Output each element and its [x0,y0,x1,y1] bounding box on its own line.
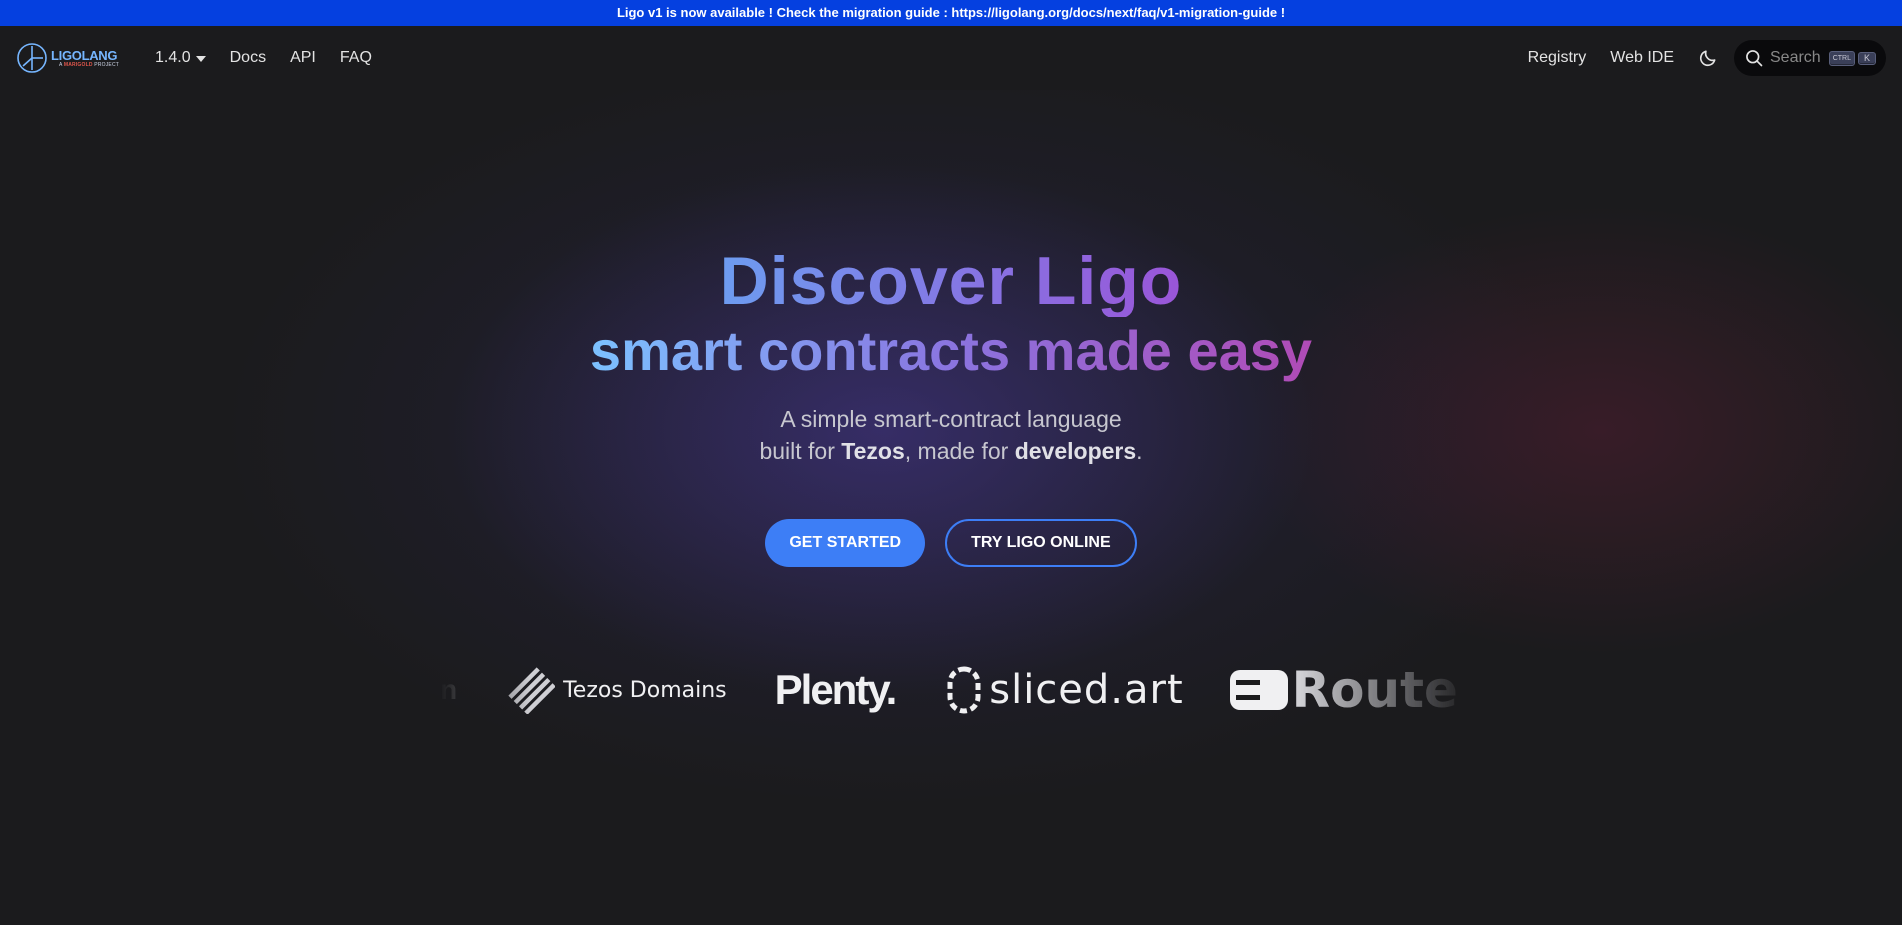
announcement-text: Ligo v1 is now available ! Check the mig… [616,5,1286,20]
announcement-banner: Ligo v1 is now available ! Check the mig… [0,0,1902,26]
hero-desc-line1: A simple smart-contract language [780,406,1122,432]
partner-logos-carousel: n Tezos Domains Plenty. sliced.art Route [440,658,1470,722]
hero-buttons: GET STARTED TRY LIGO ONLINE [0,519,1902,567]
nav-docs-link[interactable]: Docs [218,49,278,67]
hero-title: Discover Ligo [719,243,1183,319]
search-placeholder: Search [1770,49,1821,66]
hero-section: Discover Ligo smart contracts made easy … [0,90,1902,567]
moon-icon [1699,50,1716,67]
search-button[interactable]: Search CTRL K [1734,40,1886,76]
nav-registry-link[interactable]: Registry [1516,49,1599,67]
kbd-k: K [1857,51,1876,65]
nav-faq-link[interactable]: FAQ [328,49,384,67]
caret-down-icon [195,56,206,62]
ligolang-logo[interactable]: LIGOLANG A MARIGOLD PROJECT [16,42,119,74]
nav-api-link[interactable]: API [278,49,328,67]
hero-description: A simple smart-contract language built f… [0,403,1902,467]
try-ligo-online-button[interactable]: TRY LIGO ONLINE [945,519,1137,567]
3route-icon [1229,670,1288,710]
version-dropdown[interactable]: 1.4.0 [143,49,218,67]
sliced-art-icon [947,666,981,714]
logo-tagline: A MARIGOLD PROJECT [59,61,120,68]
hero-desc-line2: built for Tezos, made for developers. [759,438,1143,464]
theme-toggle-button[interactable] [1692,42,1724,74]
nav-web-ide-link[interactable]: Web IDE [1598,49,1686,67]
partner-3route[interactable]: Route [1229,661,1458,719]
kbd-ctrl: CTRL [1828,50,1855,66]
partner-tezos-domains[interactable]: Tezos Domains [507,666,727,714]
ligo-logo-icon [17,43,47,73]
partner-plenty[interactable]: Plenty. [775,666,898,714]
search-icon [1746,50,1763,67]
version-label: 1.4.0 [155,49,191,66]
hero-subtitle: smart contracts made easy [589,319,1313,382]
logo-wordmark: LIGOLANG [51,47,118,63]
tezos-domains-icon [508,667,556,714]
partner-logo-partial: n [440,674,458,705]
get-started-button[interactable]: GET STARTED [765,519,926,567]
navbar: LIGOLANG A MARIGOLD PROJECT 1.4.0 Docs A… [0,26,1902,90]
partner-sliced-art[interactable]: sliced.art [945,665,1183,715]
